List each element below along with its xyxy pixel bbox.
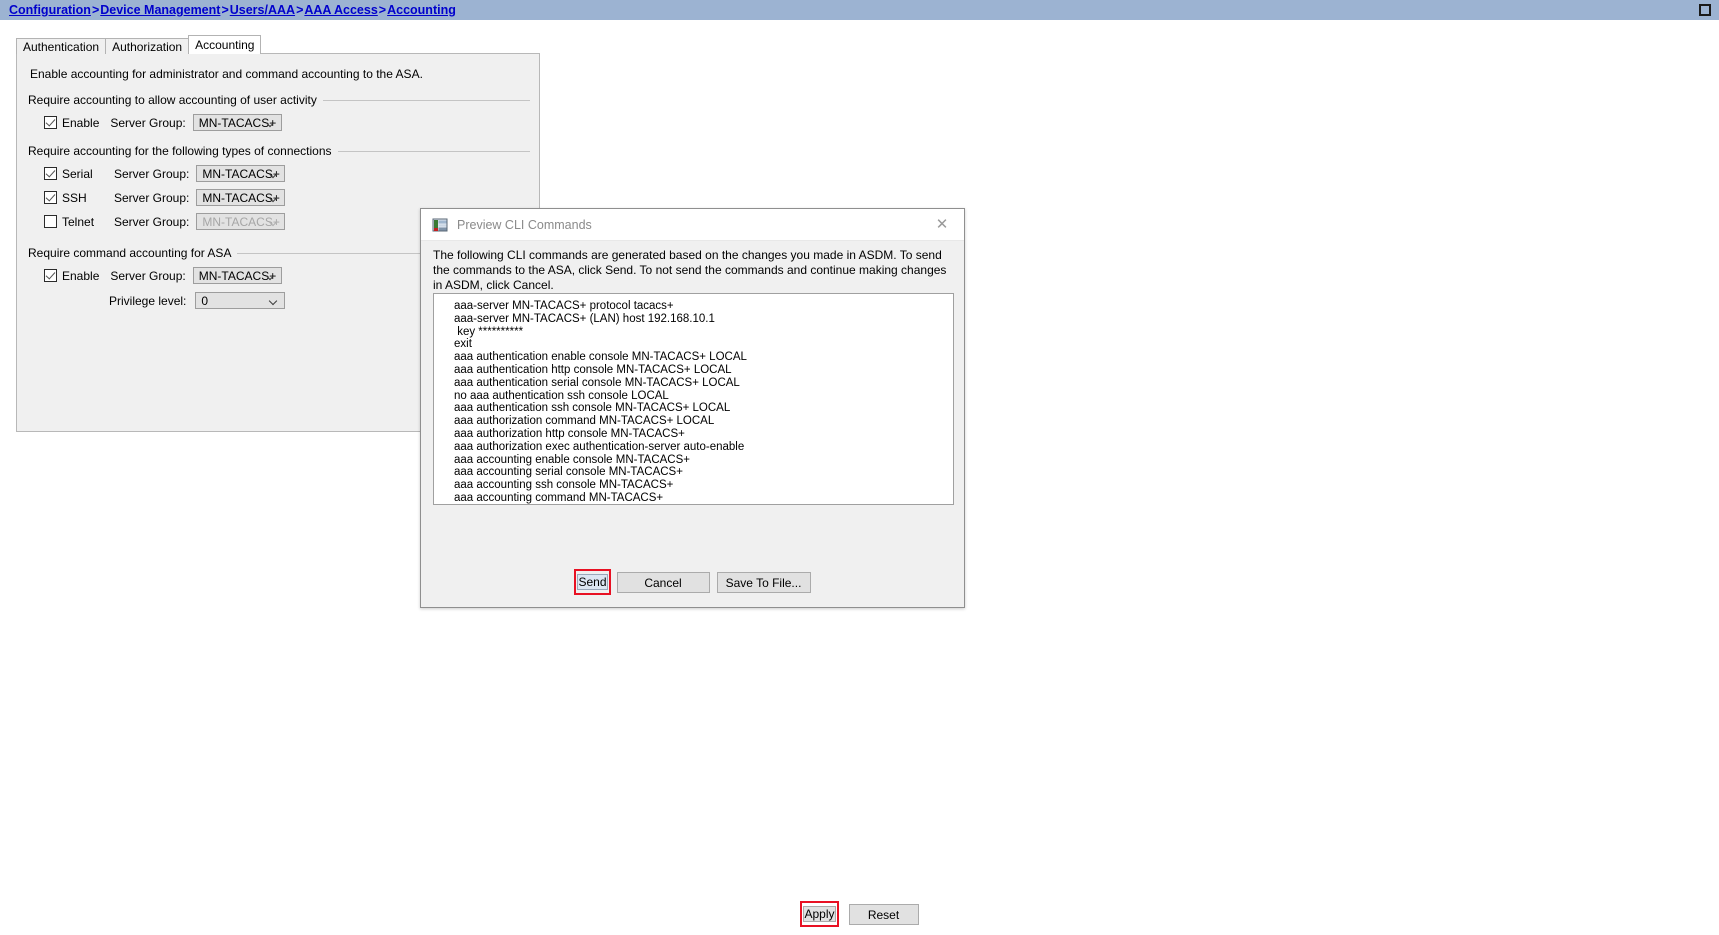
breadcrumb-separator: > (91, 3, 100, 17)
panel-intro-text: Enable accounting for administrator and … (30, 67, 423, 81)
chevron-down-icon (270, 219, 277, 226)
send-button[interactable]: Send (577, 574, 608, 590)
breadcrumb-separator: > (378, 3, 387, 17)
cli-command-line: aaa accounting enable console MN-TACACS+ (454, 453, 690, 466)
label-privilege-level: Privilege level: (109, 293, 187, 308)
cli-command-line: exit (454, 338, 472, 351)
row-user-activity-enable: Enable Server Group: MN-TACACS+ (28, 114, 530, 131)
checkbox-command-accounting-enable[interactable] (44, 269, 57, 282)
section-user-activity: Require accounting to allow accounting o… (28, 93, 530, 131)
section-title-connection-types: Require accounting for the following typ… (28, 144, 530, 158)
dropdown-server-group-serial[interactable]: MN-TACACS+ (196, 165, 286, 182)
cli-command-line: aaa accounting serial console MN-TACACS+ (454, 466, 683, 479)
chevron-down-icon (267, 273, 274, 280)
checkbox-telnet[interactable] (44, 215, 57, 228)
checkbox-label-enable: Enable (62, 115, 100, 130)
section-title-user-activity: Require accounting to allow accounting o… (28, 93, 530, 107)
cli-command-line: no aaa authentication ssh console LOCAL (454, 389, 669, 402)
cli-command-line: aaa accounting ssh console MN-TACACS+ (454, 479, 674, 492)
breadcrumb-item-accounting[interactable]: Accounting (387, 3, 456, 17)
checkbox-ssh[interactable] (44, 191, 57, 204)
breadcrumb-separator: > (221, 3, 229, 17)
cli-commands-list: aaa-server MN-TACACS+ protocol tacacs+ aa… (454, 300, 953, 504)
breadcrumb: Configuration>Device Management>Users/AA… (9, 3, 456, 17)
label-server-group: Server Group: (110, 268, 186, 283)
breadcrumb-item-configuration[interactable]: Configuration (9, 3, 91, 17)
label-server-group: Server Group: (114, 166, 190, 181)
cli-command-line: aaa authentication enable console MN-TAC… (454, 351, 747, 364)
chevron-down-icon (267, 120, 274, 127)
tab-authorization[interactable]: Authorization (105, 38, 190, 54)
cli-command-line: aaa authentication http console MN-TACAC… (454, 363, 732, 376)
label-server-group: Server Group: (114, 214, 190, 229)
dialog-title: Preview CLI Commands (457, 217, 592, 232)
send-button-highlight: Send (574, 569, 611, 595)
dialog-button-row: Send Cancel Save To File... (421, 569, 964, 595)
breadcrumb-item-users-aaa[interactable]: Users/AAA (230, 3, 295, 17)
cli-command-line: aaa authorization command MN-TACACS+ LOC… (454, 415, 715, 428)
preview-cli-icon (432, 217, 448, 233)
preview-cli-commands-dialog: Preview CLI Commands ✕ The following CLI… (420, 208, 965, 608)
checkbox-accounting-enable[interactable] (44, 116, 57, 129)
chevron-down-icon (270, 298, 277, 305)
tab-strip: Authentication Authorization Accounting (16, 35, 262, 54)
section-rule (337, 150, 530, 152)
checkbox-label-serial: Serial (62, 166, 93, 181)
checkbox-label-telnet: Telnet (62, 214, 95, 229)
dropdown-value: 0 (201, 293, 209, 308)
cancel-button[interactable]: Cancel (616, 571, 710, 593)
dialog-titlebar[interactable]: Preview CLI Commands ✕ (421, 209, 964, 241)
dropdown-server-group-telnet: MN-TACACS+ (196, 213, 286, 230)
save-to-file-button[interactable]: Save To File... (716, 571, 811, 593)
cli-command-line: key ********** (454, 325, 524, 338)
chevron-down-icon (270, 195, 277, 202)
breadcrumb-separator: > (296, 3, 304, 17)
cli-command-line: aaa authorization exec authentication-se… (454, 440, 745, 453)
tab-authentication[interactable]: Authentication (16, 38, 107, 54)
section-title-label: Require command accounting for ASA (28, 246, 232, 260)
breadcrumb-item-aaa-access[interactable]: AAA Access (304, 3, 377, 17)
section-title-label: Require accounting to allow accounting o… (28, 93, 317, 107)
cli-commands-textarea[interactable]: aaa-server MN-TACACS+ protocol tacacs+ aa… (433, 293, 954, 505)
breadcrumb-item-device-management[interactable]: Device Management (100, 3, 220, 17)
checkbox-label-ssh: SSH (62, 190, 87, 205)
page-action-buttons: Apply Reset (0, 901, 1719, 927)
apply-button[interactable]: Apply (803, 906, 836, 922)
dropdown-server-group-ssh[interactable]: MN-TACACS+ (196, 189, 286, 206)
cli-command-line: aaa authentication serial console MN-TAC… (454, 376, 740, 389)
apply-button-highlight: Apply (800, 901, 839, 927)
cli-command-line: aaa-server MN-TACACS+ (LAN) host 192.168… (454, 312, 715, 325)
checkbox-serial[interactable] (44, 167, 57, 180)
dropdown-privilege-level[interactable]: 0 (195, 292, 286, 309)
cli-command-line: aaa authentication ssh console MN-TACACS… (454, 402, 731, 415)
dialog-description: The following CLI commands are generated… (433, 248, 947, 292)
breadcrumb-bar: Configuration>Device Management>Users/AA… (0, 0, 1719, 20)
section-rule (322, 99, 530, 101)
chevron-down-icon (270, 171, 277, 178)
cli-command-line: aaa accounting command MN-TACACS+ (454, 491, 664, 504)
row-serial: Serial Server Group: MN-TACACS+ (28, 165, 530, 182)
tab-accounting[interactable]: Accounting (188, 35, 262, 54)
row-ssh: SSH Server Group: MN-TACACS+ (28, 189, 530, 206)
reset-button[interactable]: Reset (848, 903, 919, 925)
cli-command-line: aaa-server MN-TACACS+ protocol tacacs+ (454, 300, 674, 312)
label-server-group: Server Group: (114, 190, 190, 205)
section-title-label: Require accounting for the following typ… (28, 144, 332, 158)
dropdown-server-group-command[interactable]: MN-TACACS+ (192, 267, 282, 284)
label-server-group: Server Group: (110, 115, 186, 130)
checkbox-label-enable: Enable (62, 268, 100, 283)
restore-window-icon[interactable] (1699, 4, 1711, 16)
dropdown-server-group-user-activity[interactable]: MN-TACACS+ (192, 114, 282, 131)
cli-command-line: aaa authorization http console MN-TACACS… (454, 427, 685, 440)
close-icon[interactable]: ✕ (920, 209, 964, 239)
